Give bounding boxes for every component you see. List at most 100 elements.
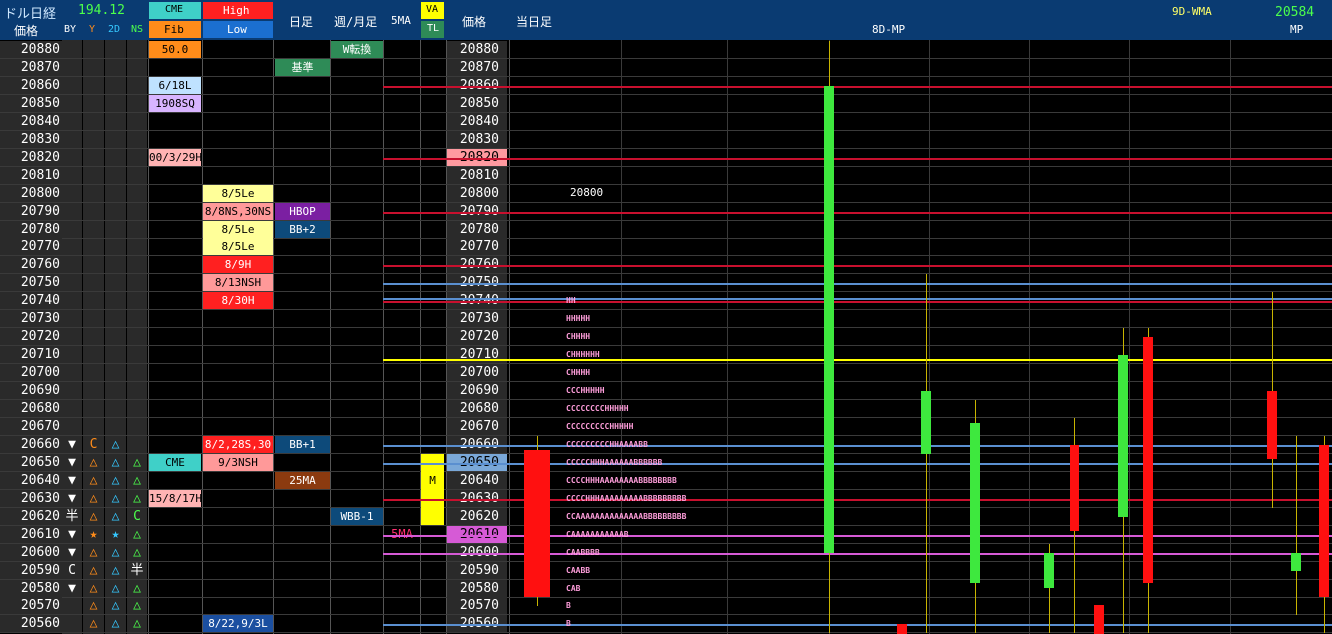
low-label: Low: [227, 23, 247, 36]
row-gridline: [0, 183, 1332, 185]
tl-label: TL: [427, 23, 440, 34]
row-gridline: [0, 237, 1332, 239]
value-area-label: M: [429, 473, 436, 487]
row-gridline: [0, 255, 1332, 257]
price-label-left: 20590: [0, 561, 62, 579]
signal-d2-31: △: [111, 598, 120, 614]
signal-ns-27: △: [133, 526, 141, 542]
row-gridline: [0, 291, 1332, 293]
row-gridline: [0, 219, 1332, 221]
price-label-left: 20870: [0, 58, 62, 76]
price-label-right: 20770: [447, 238, 507, 256]
price-label-left: 20840: [0, 112, 62, 130]
col-ns: NS: [131, 24, 144, 35]
signal-d2-26: △: [111, 508, 120, 524]
price-label-left: 20720: [0, 328, 62, 346]
cme-fib-level: 15/8/17H: [149, 489, 201, 507]
row-gridline: [0, 614, 1332, 616]
candle-body: [1291, 552, 1301, 571]
price-label-right: 20830: [447, 130, 507, 148]
signal-d2-28: △: [111, 544, 120, 560]
signal-y-23: △: [89, 454, 98, 470]
price-label-left: 20760: [0, 256, 62, 274]
price-label-left: 20680: [0, 400, 62, 417]
row-gridline: [0, 399, 1332, 401]
price-label-right: 20800: [447, 184, 507, 202]
profile-row: CCCCCCCCCHHAAAABB: [566, 439, 648, 449]
row-gridline: [0, 201, 1332, 203]
row-gridline: [0, 578, 1332, 580]
profile-row: B: [566, 619, 571, 629]
profile-row: CCAAAAAAAAAAAAAABBBBBBBBB: [566, 511, 687, 521]
high-low-level: 8/9H: [203, 256, 273, 274]
wma-value: 20584: [1275, 5, 1315, 20]
price-label-left: 20700: [0, 364, 62, 382]
signal-d2-29: △: [111, 562, 120, 578]
col-y: Y: [89, 24, 96, 35]
signal-d2-30: △: [111, 580, 120, 596]
profile-row: B: [566, 601, 571, 611]
daily-header: 日足: [289, 15, 314, 29]
profile-row: HHHHH: [566, 314, 591, 324]
cme-fib-level: CME: [149, 453, 201, 471]
signal-d2-23: △: [111, 454, 120, 470]
rate-value: 194.12: [78, 3, 125, 18]
level-line: [383, 301, 1332, 304]
price-label-left: 20670: [0, 417, 62, 435]
cme-fib-level: 50.0: [149, 41, 201, 58]
signal-by-26: 半: [65, 508, 79, 524]
signal-y-32: △: [89, 616, 98, 632]
signal-by-23: ▼: [68, 454, 76, 470]
price-label-right: 20570: [447, 597, 507, 615]
signal-ns-32: △: [133, 616, 141, 632]
high-low-level: 8/30H: [203, 292, 273, 310]
level-line: [383, 157, 1332, 160]
row-gridline: [0, 596, 1332, 598]
profile-row: CAB: [566, 583, 581, 593]
price-header: 価格: [14, 24, 39, 38]
price-label-right: 20810: [447, 166, 507, 184]
signal-by-29: C: [68, 562, 76, 578]
profile-row: CHHHH: [566, 332, 591, 342]
row-gridline: [0, 58, 1332, 59]
level-line: [383, 444, 1332, 447]
signal-by-28: ▼: [68, 544, 76, 560]
price-label-right: 20720: [447, 328, 507, 346]
level-line: [383, 85, 1332, 88]
profile-row: CCCCCHHHAAAAAABBBBBB: [566, 457, 663, 467]
mp-title: 8D-MP: [872, 23, 906, 36]
candle-wick: [926, 274, 927, 634]
profile-row: CHHHHHH: [566, 350, 600, 360]
price-label-left: 20660: [0, 435, 62, 453]
price-header-2: 価格: [462, 15, 487, 29]
mp-label: MP: [1290, 23, 1304, 36]
price-label-right: 20870: [447, 58, 507, 76]
weekly-level: WBB-1: [331, 507, 383, 525]
row-gridline: [0, 524, 1332, 526]
level-line: [383, 265, 1332, 268]
row-gridline: [0, 542, 1332, 544]
weekly-level: W転換: [331, 41, 383, 58]
cme-label: CME: [165, 4, 184, 15]
price-label-right: 20730: [447, 310, 507, 328]
price-label-left: 20850: [0, 94, 62, 112]
signal-y-27: ★: [89, 526, 98, 542]
va-label: VA: [426, 4, 439, 15]
today-bar-header: 当日足: [516, 15, 553, 29]
high-low-level: 8/13NSH: [203, 274, 273, 292]
row-gridline: [0, 434, 1332, 436]
signal-y-30: △: [89, 580, 98, 596]
daily-level: 基準: [275, 58, 330, 76]
daily-level: BB+2: [275, 220, 330, 238]
price-label-left: 20830: [0, 130, 62, 148]
cme-fib-level: 1908SQ: [149, 94, 201, 112]
row-gridline: [0, 470, 1332, 472]
price-label-right: 20850: [447, 94, 507, 112]
price-label-left: 20880: [0, 41, 62, 58]
signal-d2-22: △: [111, 436, 120, 452]
high-low-level: 8/8NS,30NS: [203, 202, 273, 220]
price-label-right: 20700: [447, 364, 507, 382]
row-gridline: [0, 381, 1332, 383]
signal-y-22: C: [89, 436, 98, 452]
candle-body: [921, 391, 931, 454]
